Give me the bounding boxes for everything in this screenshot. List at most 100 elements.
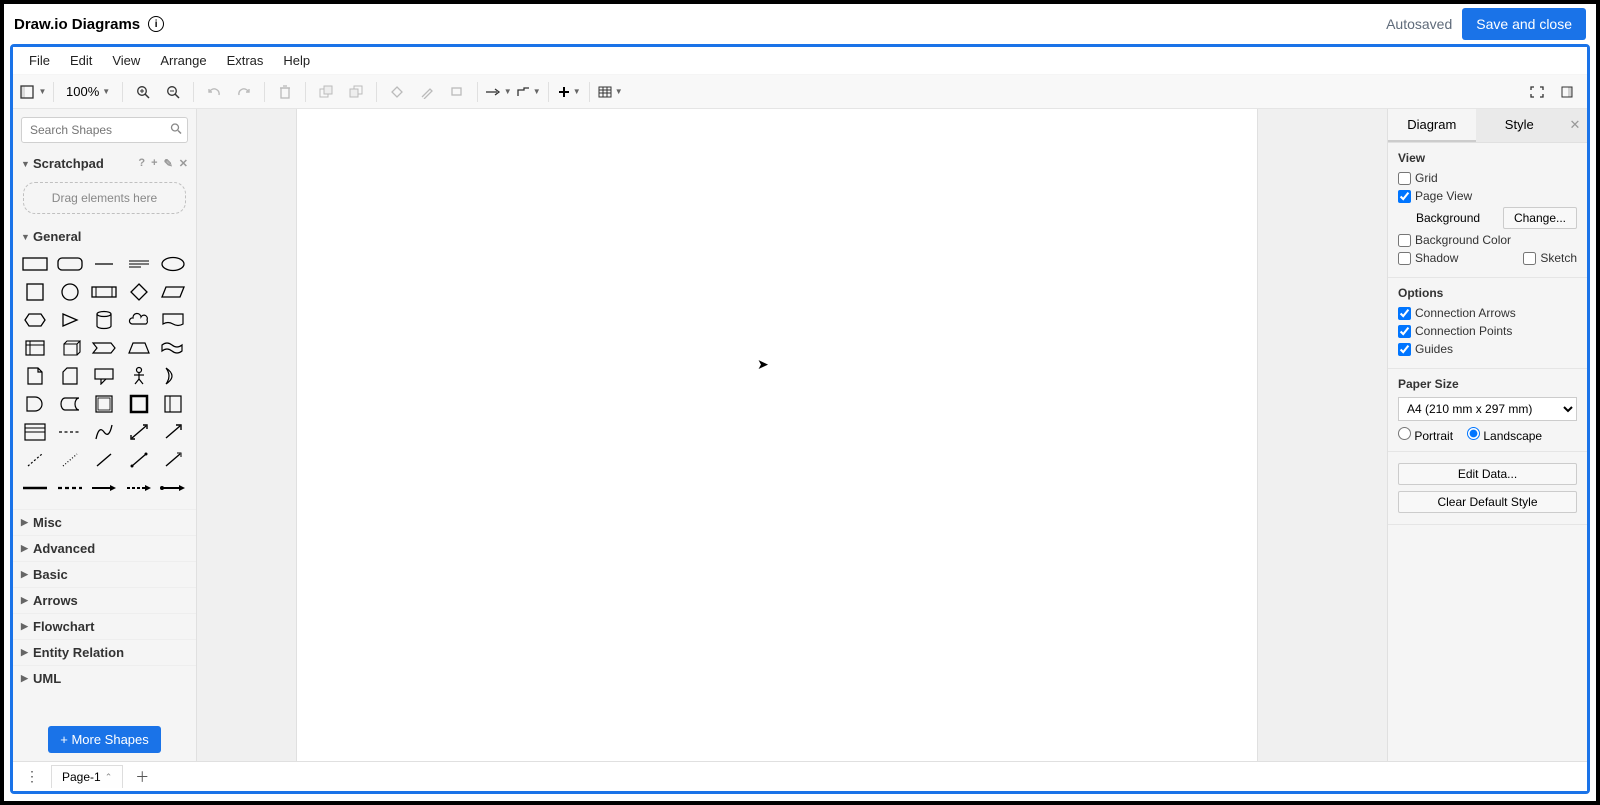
undo-icon[interactable] bbox=[200, 80, 228, 104]
menu-extras[interactable]: Extras bbox=[217, 50, 274, 71]
page-tab-1[interactable]: Page-1 ⌃ bbox=[51, 765, 123, 788]
menu-file[interactable]: File bbox=[19, 50, 60, 71]
advanced-header[interactable]: ▶Advanced bbox=[13, 535, 196, 561]
search-shapes-input[interactable] bbox=[21, 117, 188, 143]
shape-line-diag-3[interactable] bbox=[159, 449, 187, 471]
arrows-header[interactable]: ▶Arrows bbox=[13, 587, 196, 613]
shape-process[interactable] bbox=[90, 281, 118, 303]
shape-data-storage[interactable] bbox=[56, 393, 84, 415]
shape-cloud[interactable] bbox=[125, 309, 153, 331]
shape-arrow[interactable] bbox=[159, 421, 187, 443]
shape-ellipse[interactable] bbox=[159, 253, 187, 275]
shadow-icon[interactable] bbox=[443, 80, 471, 104]
shadow-checkbox[interactable] bbox=[1398, 252, 1411, 265]
shape-square[interactable] bbox=[21, 281, 49, 303]
connection-icon[interactable]: ▼ bbox=[484, 80, 512, 104]
redo-icon[interactable] bbox=[230, 80, 258, 104]
shape-actor[interactable] bbox=[125, 365, 153, 387]
background-color-checkbox[interactable] bbox=[1398, 234, 1411, 247]
menu-edit[interactable]: Edit bbox=[60, 50, 102, 71]
shape-link-arrow-2[interactable] bbox=[125, 477, 153, 499]
basic-header[interactable]: ▶Basic bbox=[13, 561, 196, 587]
shape-list[interactable] bbox=[21, 421, 49, 443]
shape-dashed-diag[interactable] bbox=[21, 449, 49, 471]
tab-style[interactable]: Style bbox=[1476, 109, 1564, 142]
shape-card[interactable] bbox=[56, 365, 84, 387]
shape-rectangle[interactable] bbox=[21, 253, 49, 275]
shape-container[interactable] bbox=[90, 393, 118, 415]
flowchart-header[interactable]: ▶Flowchart bbox=[13, 613, 196, 639]
to-front-icon[interactable] bbox=[312, 80, 340, 104]
shape-dashed-line[interactable] bbox=[56, 421, 84, 443]
connection-points-checkbox[interactable] bbox=[1398, 325, 1411, 338]
scratchpad-edit-icon[interactable]: ✎ bbox=[164, 157, 173, 170]
shape-or[interactable] bbox=[159, 365, 187, 387]
entity-relation-header[interactable]: ▶Entity Relation bbox=[13, 639, 196, 665]
shape-diamond[interactable] bbox=[125, 281, 153, 303]
shape-hexagon[interactable] bbox=[21, 309, 49, 331]
fill-color-icon[interactable] bbox=[383, 80, 411, 104]
pages-menu-icon[interactable]: ⋮ bbox=[19, 765, 45, 788]
change-background-button[interactable]: Change... bbox=[1503, 207, 1577, 229]
shape-bidirectional-arrow[interactable] bbox=[125, 421, 153, 443]
shape-link-dashed[interactable] bbox=[56, 477, 84, 499]
grid-checkbox[interactable] bbox=[1398, 172, 1411, 185]
uml-header[interactable]: ▶UML bbox=[13, 665, 196, 691]
view-dropdown-icon[interactable]: ▼ bbox=[19, 80, 47, 104]
scratchpad-close-icon[interactable]: ✕ bbox=[179, 157, 188, 170]
shape-callout[interactable] bbox=[90, 365, 118, 387]
zoom-out-icon[interactable] bbox=[159, 80, 187, 104]
misc-header[interactable]: ▶Misc bbox=[13, 509, 196, 535]
shape-collate[interactable] bbox=[159, 393, 187, 415]
shape-tape[interactable] bbox=[159, 337, 187, 359]
shape-frame[interactable] bbox=[125, 393, 153, 415]
menu-view[interactable]: View bbox=[102, 50, 150, 71]
zoom-in-icon[interactable] bbox=[129, 80, 157, 104]
shape-parallelogram[interactable] bbox=[159, 281, 187, 303]
fullscreen-icon[interactable] bbox=[1523, 80, 1551, 104]
portrait-radio[interactable] bbox=[1398, 427, 1411, 440]
sketch-checkbox[interactable] bbox=[1523, 252, 1536, 265]
edit-data-button[interactable]: Edit Data... bbox=[1398, 463, 1577, 485]
save-and-close-button[interactable]: Save and close bbox=[1462, 8, 1586, 40]
search-icon[interactable] bbox=[170, 123, 182, 138]
shape-step[interactable] bbox=[90, 337, 118, 359]
format-panel-icon[interactable] bbox=[1553, 80, 1581, 104]
guides-checkbox[interactable] bbox=[1398, 343, 1411, 356]
shape-line-diag-2[interactable] bbox=[125, 449, 153, 471]
menu-help[interactable]: Help bbox=[273, 50, 320, 71]
scratchpad-header[interactable]: ▼Scratchpad ? + ✎ ✕ bbox=[13, 151, 196, 176]
connection-arrows-checkbox[interactable] bbox=[1398, 307, 1411, 320]
shape-link-arrow-1[interactable] bbox=[90, 477, 118, 499]
waypoint-icon[interactable]: ▼ bbox=[514, 80, 542, 104]
shape-triangle[interactable] bbox=[56, 309, 84, 331]
scratchpad-help-icon[interactable]: ? bbox=[138, 157, 145, 170]
page-view-checkbox[interactable] bbox=[1398, 190, 1411, 203]
menu-arrange[interactable]: Arrange bbox=[150, 50, 216, 71]
general-header[interactable]: ▼General bbox=[13, 224, 196, 249]
landscape-radio[interactable] bbox=[1467, 427, 1480, 440]
shape-cube[interactable] bbox=[56, 337, 84, 359]
close-format-panel-icon[interactable]: ✕ bbox=[1563, 109, 1587, 142]
scratchpad-dropzone[interactable]: Drag elements here bbox=[23, 182, 186, 214]
info-icon[interactable]: i bbox=[148, 16, 164, 32]
line-color-icon[interactable] bbox=[413, 80, 441, 104]
tab-diagram[interactable]: Diagram bbox=[1388, 109, 1476, 142]
shape-circle[interactable] bbox=[56, 281, 84, 303]
shape-internal-storage[interactable] bbox=[21, 337, 49, 359]
canvas-page[interactable] bbox=[297, 109, 1257, 761]
shape-link-arrow-3[interactable] bbox=[159, 477, 187, 499]
to-back-icon[interactable] bbox=[342, 80, 370, 104]
zoom-select[interactable]: 100%▼ bbox=[60, 84, 116, 99]
shape-link-solid[interactable] bbox=[21, 477, 49, 499]
more-shapes-button[interactable]: + More Shapes bbox=[48, 726, 161, 753]
shape-cylinder[interactable] bbox=[90, 309, 118, 331]
shape-curve[interactable] bbox=[90, 421, 118, 443]
shape-dotted-diag[interactable] bbox=[56, 449, 84, 471]
shape-document[interactable] bbox=[159, 309, 187, 331]
shape-textbox[interactable] bbox=[125, 253, 153, 275]
add-page-icon[interactable]: ＋ bbox=[129, 764, 155, 790]
shape-rounded-rectangle[interactable] bbox=[56, 253, 84, 275]
scratchpad-add-icon[interactable]: + bbox=[151, 157, 157, 170]
insert-icon[interactable]: ▼ bbox=[555, 80, 583, 104]
